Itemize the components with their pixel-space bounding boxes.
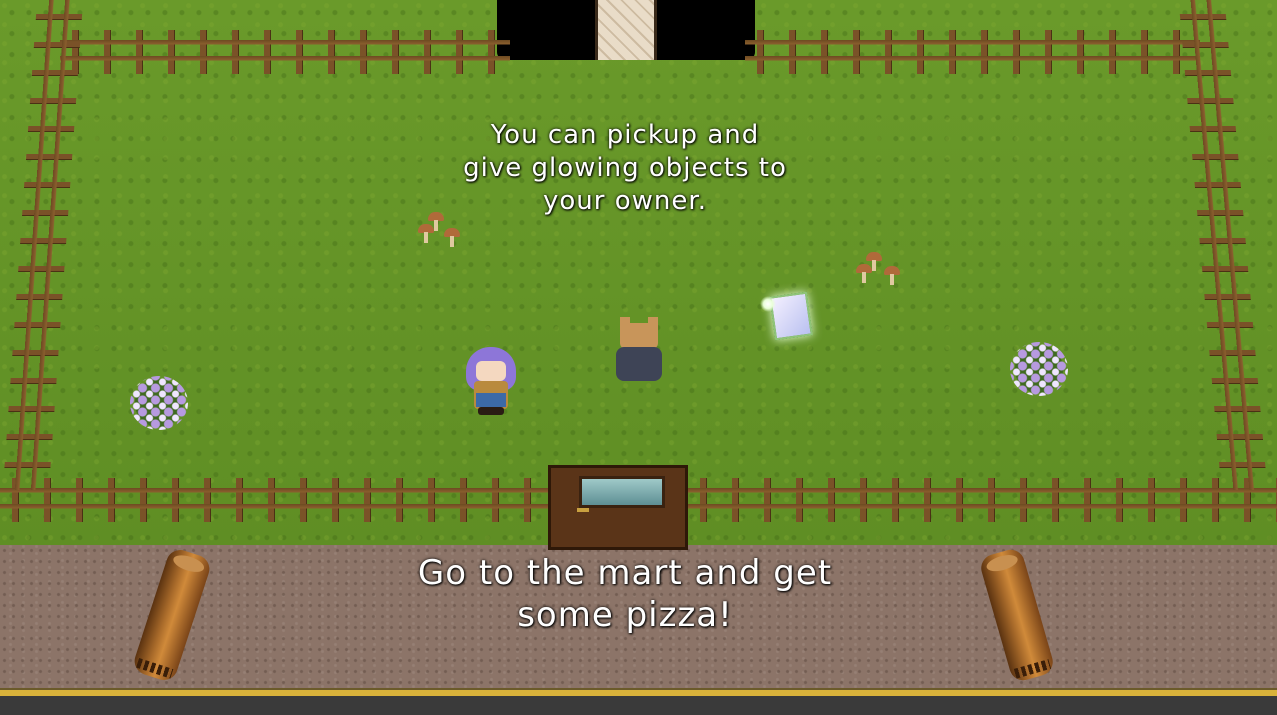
fence-top-right	[745, 30, 1200, 74]
flower-bush	[130, 376, 188, 430]
fence-top-left	[60, 30, 510, 74]
flower-bush	[1010, 342, 1068, 396]
game-scene[interactable]: You can pickup and give glowing objects …	[0, 0, 1277, 715]
glowing-letter-object[interactable]	[760, 288, 813, 341]
player-dog-character[interactable]	[612, 317, 666, 383]
owner-npc-girl[interactable]	[460, 345, 522, 417]
mushroom-cluster	[856, 250, 902, 290]
quest-hint-text: Go to the mart and get some pizza!	[417, 553, 833, 635]
road-yellow-line	[0, 688, 1277, 696]
door-handle	[577, 508, 589, 512]
south-exit-door[interactable]	[548, 465, 688, 550]
fence-bottom-left	[0, 478, 550, 522]
asphalt-road	[0, 696, 1277, 715]
grass-yard	[0, 0, 1277, 545]
pickup-hint-text: You can pickup and give glowing objects …	[463, 120, 787, 216]
north-exit-door[interactable]	[595, 0, 657, 60]
fence-bottom-right	[688, 478, 1277, 522]
door-window	[579, 476, 665, 508]
